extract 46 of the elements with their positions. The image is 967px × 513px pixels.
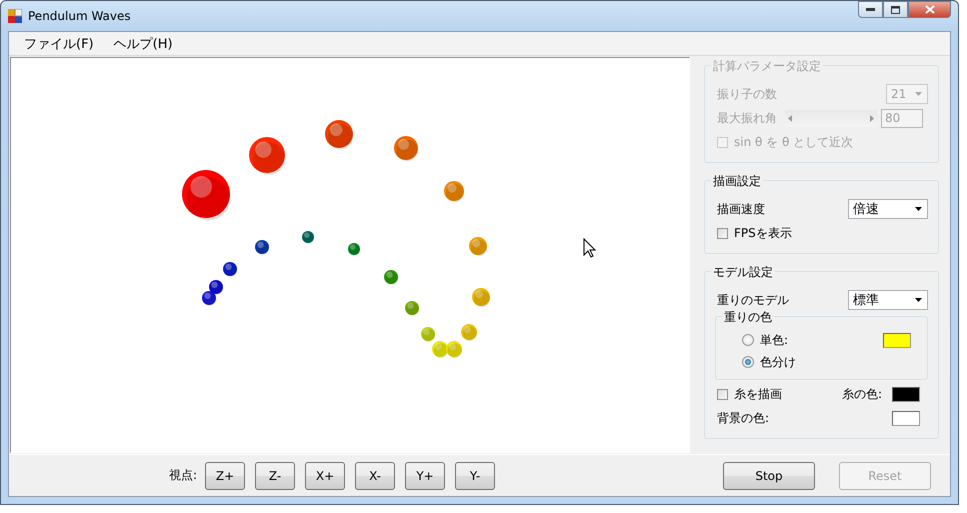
model-dropdown[interactable]: 標準 bbox=[848, 290, 928, 310]
stop-button[interactable]: Stop bbox=[723, 462, 815, 490]
checkbox-label: FPSを表示 bbox=[734, 224, 792, 242]
view-button[interactable]: X+ bbox=[305, 462, 346, 490]
close-button[interactable] bbox=[908, 1, 951, 18]
group-title: 重りの色 bbox=[722, 309, 774, 326]
view-button[interactable]: Z+ bbox=[205, 462, 246, 490]
view-button[interactable]: Y- bbox=[455, 462, 496, 490]
radio-label: 単色: bbox=[760, 332, 788, 348]
speed-dropdown[interactable]: 倍速 bbox=[848, 199, 928, 219]
menu-item[interactable]: ヘルプ(H) bbox=[104, 32, 182, 54]
window-title: Pendulum Waves bbox=[28, 9, 131, 23]
color-swatch[interactable] bbox=[883, 332, 911, 348]
caret-icon bbox=[915, 207, 922, 211]
field-label: 描画速度 bbox=[717, 200, 766, 218]
color-swatch[interactable] bbox=[892, 386, 920, 402]
group-title: 描画設定 bbox=[711, 173, 763, 190]
checkbox[interactable] bbox=[717, 388, 728, 400]
group-title: モデル設定 bbox=[711, 264, 775, 281]
radio-label: 色分け bbox=[760, 354, 796, 370]
group-title: 計算パラメータ設定 bbox=[711, 58, 823, 75]
menu-item[interactable]: ファイル(F) bbox=[15, 32, 103, 54]
checkbox-label: sin θ を θ として近次 bbox=[734, 134, 854, 150]
pointer-icon bbox=[583, 238, 597, 258]
minimize-icon bbox=[866, 8, 875, 12]
radio-button[interactable] bbox=[742, 334, 754, 346]
caret-icon bbox=[915, 92, 922, 96]
maximize-button[interactable] bbox=[883, 1, 908, 18]
color-swatch[interactable] bbox=[892, 410, 920, 426]
field-label: 最大振れ角 bbox=[717, 110, 777, 126]
close-icon bbox=[924, 5, 934, 14]
checkbox-label: 糸を描画 bbox=[734, 386, 783, 402]
field-label: 振り子の数 bbox=[717, 86, 778, 102]
field-label: 背景の色: bbox=[717, 410, 770, 426]
view-button[interactable]: Y+ bbox=[405, 462, 446, 490]
viewpoint-label: 視点: bbox=[169, 467, 198, 484]
checkbox[interactable] bbox=[717, 228, 728, 238]
field-label: 糸の色: bbox=[842, 386, 882, 402]
field-label: 重りのモデル bbox=[717, 292, 790, 308]
caret-icon bbox=[915, 298, 922, 302]
radio-button[interactable] bbox=[742, 356, 754, 368]
app-icon bbox=[8, 9, 22, 23]
view-button[interactable]: X- bbox=[355, 462, 396, 490]
minimize-button[interactable] bbox=[858, 1, 883, 18]
view-button[interactable]: Z- bbox=[255, 462, 296, 490]
maximize-icon bbox=[891, 6, 900, 14]
